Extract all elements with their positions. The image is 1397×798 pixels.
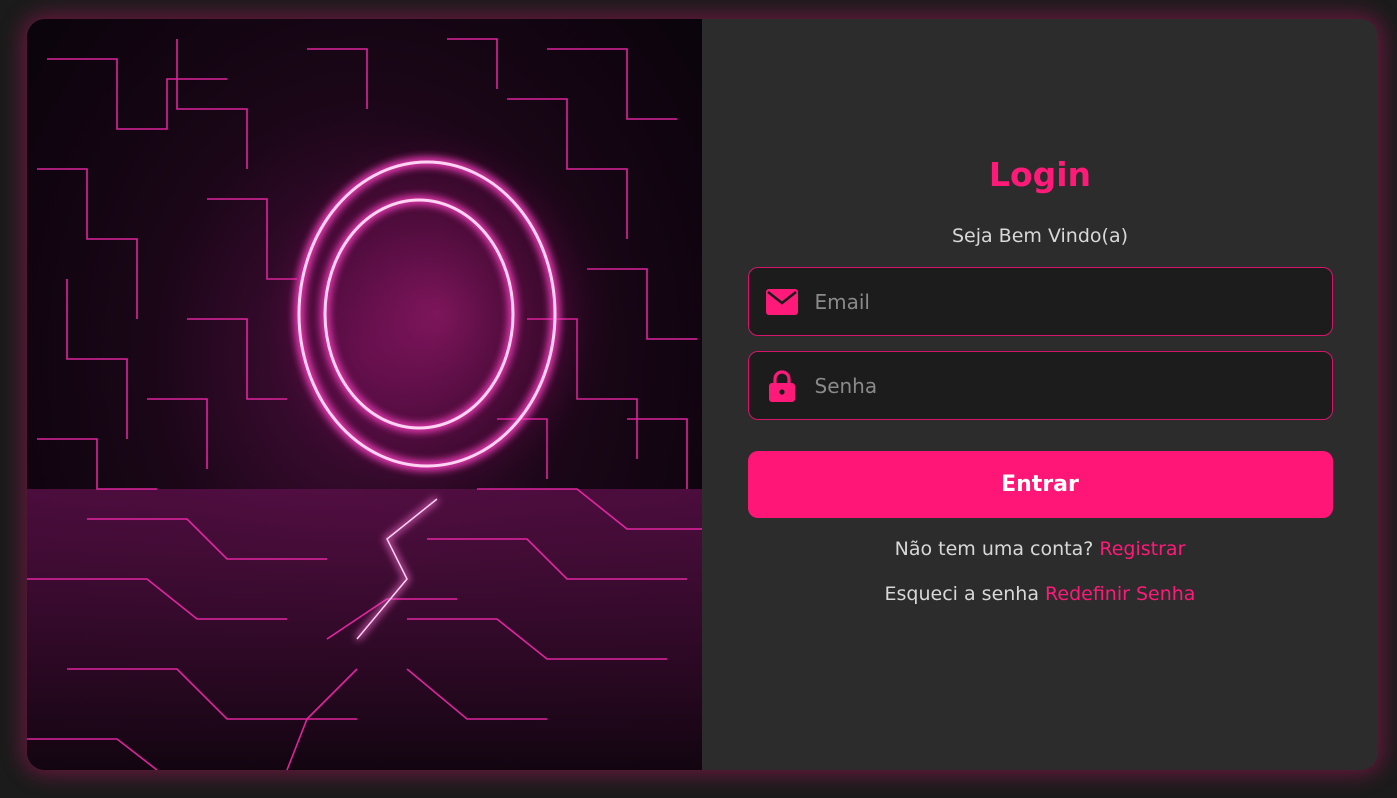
login-card: Login Seja Bem Vindo(a) Entrar [27,19,1378,770]
login-panel: Login Seja Bem Vindo(a) Entrar [702,19,1378,770]
lock-icon [766,369,798,402]
password-field[interactable] [747,351,1333,420]
envelope-icon [765,286,798,318]
register-row: Não tem uma conta? Registrar [895,536,1186,562]
email-field[interactable] [747,267,1333,336]
forgot-prompt: Esqueci a senha [884,583,1039,605]
register-link[interactable]: Registrar [1099,538,1185,560]
reset-password-link[interactable]: Redefinir Senha [1045,583,1195,605]
email-input[interactable] [814,289,1295,314]
forgot-password-row: Esqueci a senha Redefinir Senha [885,581,1196,607]
neon-portal-artwork [27,38,702,770]
login-submit-button[interactable]: Entrar [747,451,1333,518]
register-prompt: Não tem uma conta? [894,538,1094,560]
password-input[interactable] [814,373,1295,398]
neon-portal-illustration [27,19,702,770]
welcome-subtitle: Seja Bem Vindo(a) [951,225,1129,247]
login-title: Login [988,155,1092,194]
